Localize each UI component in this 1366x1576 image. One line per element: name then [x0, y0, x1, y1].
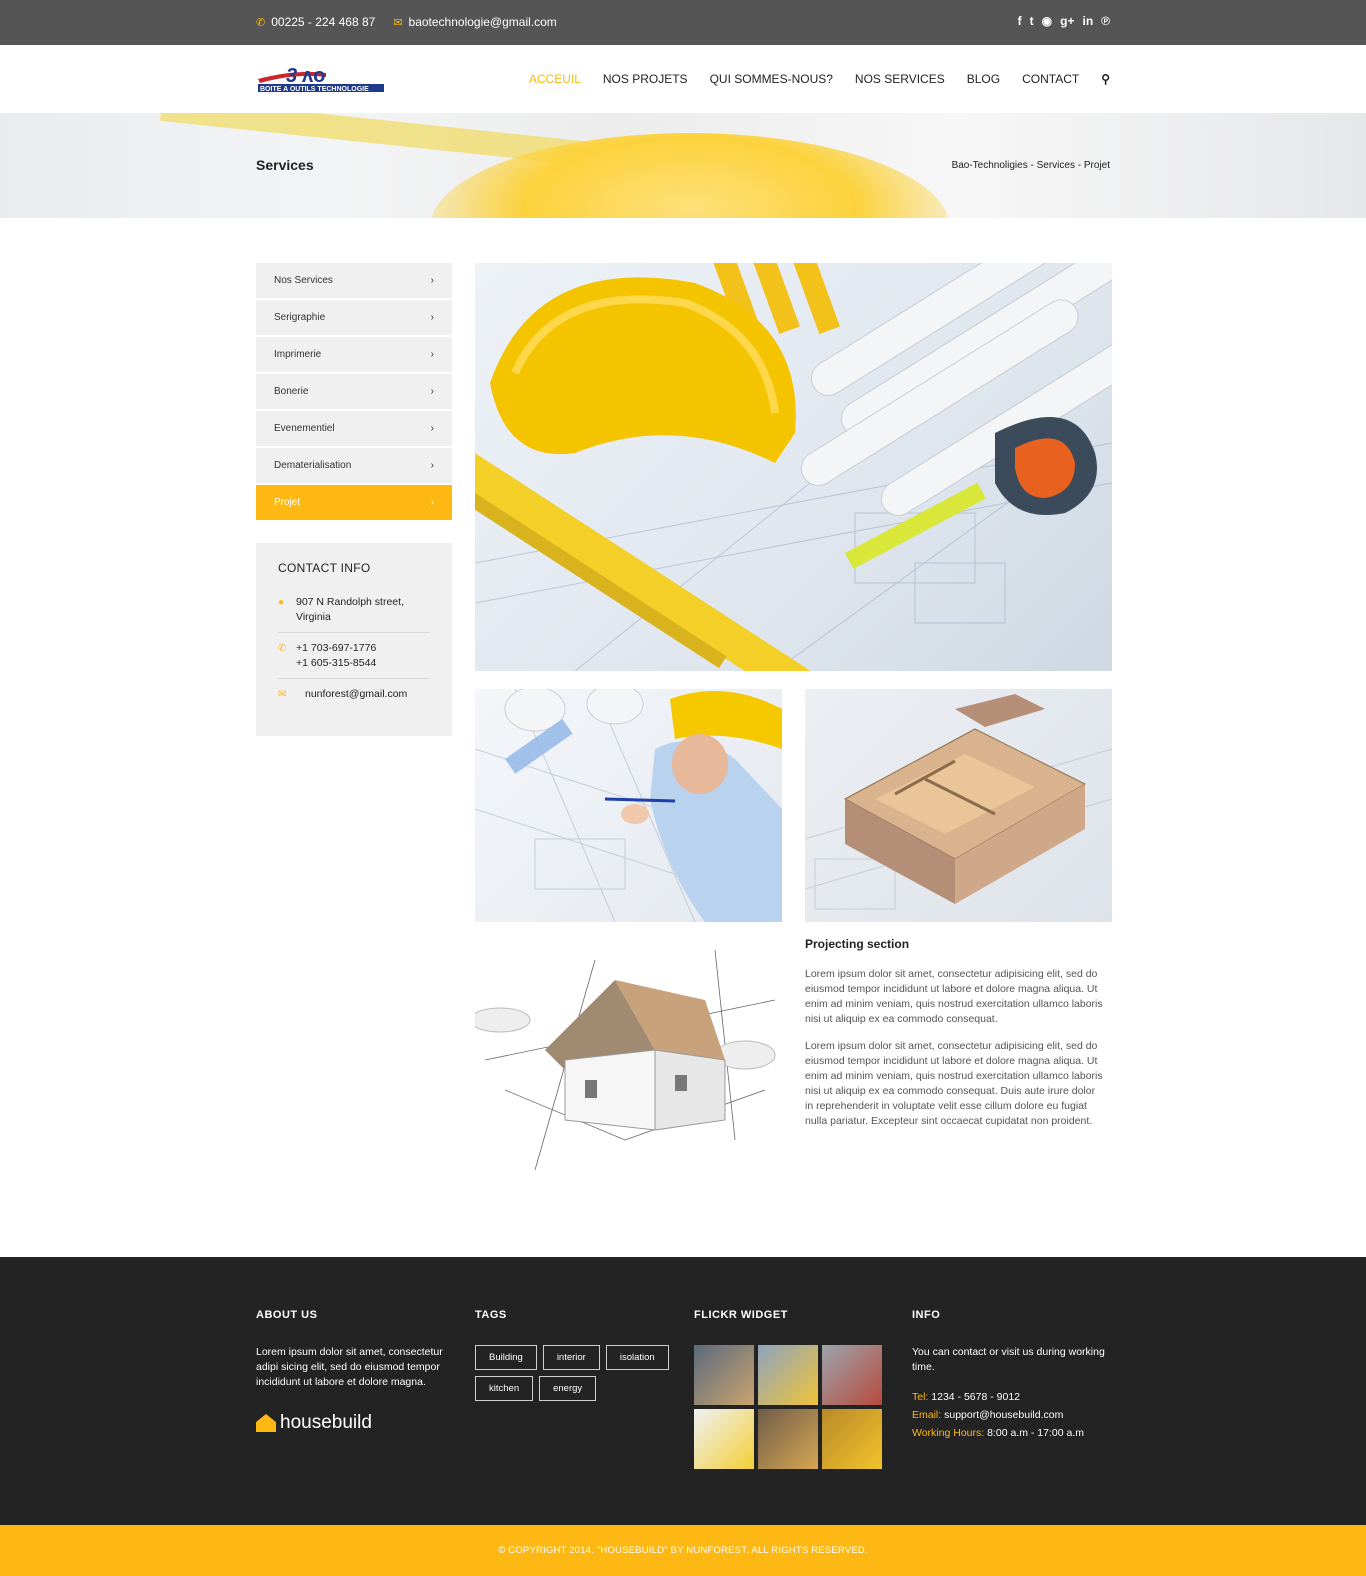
site-logo[interactable]: 3 ʌo BOITE A OUTILS TECHNOLOGIE [256, 65, 386, 93]
twitter-icon[interactable]: t [1030, 14, 1034, 28]
social-links: f t ◉ g+ in ℗ [1018, 14, 1110, 28]
3d-house-plan-image [805, 689, 1112, 922]
flickr-thumb[interactable] [758, 1345, 818, 1405]
nav-item-contact[interactable]: CONTACT [1022, 72, 1079, 86]
chevron-right-icon: › [430, 497, 434, 508]
envelope-icon: ✉ [393, 17, 403, 29]
map-pin-icon: ● [278, 597, 285, 608]
tag-energy[interactable]: energy [539, 1376, 597, 1401]
construction-tools-illustration [475, 263, 1112, 671]
chevron-right-icon: › [430, 386, 434, 397]
chevron-right-icon: › [430, 349, 434, 360]
phone-icon: ✆ [278, 643, 287, 654]
contact-info-box: CONTACT INFO ● 907 N Randolph street, Vir… [256, 543, 452, 736]
footer-info-text: You can contact or visit us during worki… [912, 1346, 1105, 1373]
breadcrumb-item: Projet [1083, 160, 1110, 171]
envelope-icon: ✉ [278, 689, 287, 700]
footer-hours: Working Hours: 8:00 a.m - 17:00 a.m [912, 1427, 1084, 1439]
footer-tags: TAGS Building interior isolation kitchen… [475, 1309, 675, 1401]
linkedin-icon[interactable]: in [1082, 14, 1093, 28]
topbar-phone[interactable]: ✆ 00225 - 224 468 87 [256, 15, 375, 29]
search-icon[interactable]: ⚲ [1101, 72, 1110, 86]
phone-icon: ✆ [256, 17, 266, 29]
contact-info-title: CONTACT INFO [278, 561, 371, 575]
nav-item-blog[interactable]: BLOG [967, 72, 1000, 86]
sidebar-item-dematerialisation[interactable]: Dematerialisation › [256, 448, 452, 483]
sidebar-menu: Nos Services › Serigraphie › Imprimerie › B… [256, 263, 452, 522]
footer-heading: FLICKR WIDGET [694, 1309, 788, 1321]
sidebar-item-bonerie[interactable]: Bonerie › [256, 374, 452, 409]
chevron-right-icon: › [430, 460, 434, 471]
flickr-grid [694, 1345, 894, 1469]
architect-illustration [475, 689, 782, 922]
projecting-section: Projecting section Lorem ipsum dolor sit… [805, 937, 1105, 1141]
flickr-thumb[interactable] [758, 1409, 818, 1469]
contact-email: ✉ nunforest@gmail.com [278, 688, 408, 700]
topbar-contact: ✆ 00225 - 224 468 87 ✉ baotechnologie@gmai… [256, 15, 557, 29]
main-nav: ACCEUIL NOS PROJETS QUI SOMMES-NOUS? NOS… [529, 72, 1110, 86]
tag-list: Building interior isolation kitchen ener… [475, 1345, 675, 1401]
nav-item-acceuil[interactable]: ACCEUIL [529, 72, 581, 86]
section-paragraph: Lorem ipsum dolor sit amet, consectetur … [805, 968, 1103, 1025]
rss-icon[interactable]: ◉ [1042, 14, 1052, 28]
hero-construction-image [475, 263, 1112, 671]
sidebar-item-projet[interactable]: Projet › [256, 485, 452, 520]
breadcrumb-item[interactable]: Services [1037, 160, 1075, 171]
site-header: 3 ʌo BOITE A OUTILS TECHNOLOGIE ACCEUIL … [0, 45, 1366, 113]
footer-heading: INFO [912, 1309, 941, 1321]
house-icon [256, 1414, 276, 1432]
breadcrumb: Bao-Technoligies - Services - Projet [951, 160, 1110, 171]
svg-text:ʌo: ʌo [302, 65, 325, 87]
logo-mark: 3 ʌo BOITE A OUTILS TECHNOLOGIE [258, 65, 384, 93]
footer-about: ABOUT US Lorem ipsum dolor sit amet, con… [256, 1309, 451, 1434]
house-sketch-image [475, 940, 782, 1173]
flickr-thumb[interactable] [694, 1409, 754, 1469]
footer-heading: TAGS [475, 1309, 507, 1321]
contact-address: ● 907 N Randolph street, Virginia [278, 595, 430, 633]
footer-flickr: FLICKR WIDGET [694, 1309, 894, 1469]
pinterest-icon[interactable]: ℗ [1101, 14, 1110, 28]
nav-item-nos-projets[interactable]: NOS PROJETS [603, 72, 688, 86]
footer-tel: Tel: 1234 - 5678 - 9012 [912, 1391, 1021, 1403]
flickr-thumb[interactable] [822, 1409, 882, 1469]
page-banner: Services Bao-Technoligies - Services - P… [0, 113, 1366, 218]
contact-phones: ✆ +1 703-697-1776 +1 605-315-8544 [278, 641, 430, 679]
breadcrumb-item[interactable]: Bao-Technoligies [952, 160, 1028, 171]
sidebar-item-nos-services[interactable]: Nos Services › [256, 263, 452, 298]
facebook-icon[interactable]: f [1018, 14, 1022, 28]
house-sketch-illustration [475, 949, 776, 1171]
sidebar-item-serigraphie[interactable]: Serigraphie › [256, 300, 452, 335]
section-heading: Projecting section [805, 937, 910, 951]
housebuild-logo[interactable]: housebuild [256, 1412, 451, 1434]
tag-interior[interactable]: interior [542, 1345, 600, 1370]
architect-drawing-image [475, 689, 782, 922]
sidebar-item-evenementiel[interactable]: Evenementiel › [256, 411, 452, 446]
site-footer: ABOUT US Lorem ipsum dolor sit amet, con… [0, 1257, 1366, 1526]
flickr-thumb[interactable] [694, 1345, 754, 1405]
chevron-right-icon: › [430, 275, 434, 286]
flickr-thumb[interactable] [822, 1345, 882, 1405]
svg-text:3: 3 [286, 65, 297, 87]
footer-email: Email: support@housebuild.com [912, 1409, 1064, 1421]
page-title: Services [256, 157, 314, 173]
section-paragraph: Lorem ipsum dolor sit amet, consectetur … [805, 1040, 1103, 1127]
copyright-bar: © COPYRIGHT 2014. "HOUSEBUILD" BY NUNFOR… [0, 1525, 1366, 1576]
svg-text:BOITE A OUTILS TECHNOLOGIE: BOITE A OUTILS TECHNOLOGIE [260, 86, 369, 93]
tag-isolation[interactable]: isolation [605, 1345, 669, 1370]
tag-kitchen[interactable]: kitchen [475, 1376, 534, 1401]
google-plus-icon[interactable]: g+ [1060, 14, 1074, 28]
chevron-right-icon: › [430, 312, 434, 323]
nav-item-qui-sommes-nous[interactable]: QUI SOMMES-NOUS? [710, 72, 833, 86]
sidebar-item-imprimerie[interactable]: Imprimerie › [256, 337, 452, 372]
footer-about-text: Lorem ipsum dolor sit amet, consectetur … [256, 1346, 443, 1388]
chevron-right-icon: › [430, 423, 434, 434]
tag-building[interactable]: Building [475, 1345, 537, 1370]
nav-item-nos-services[interactable]: NOS SERVICES [855, 72, 945, 86]
top-bar: ✆ 00225 - 224 468 87 ✉ baotechnologie@gmai… [0, 0, 1366, 45]
footer-info: INFO You can contact or visit us during … [912, 1309, 1112, 1441]
footer-heading: ABOUT US [256, 1309, 318, 1321]
house-plan-illustration [805, 694, 1112, 910]
topbar-email[interactable]: ✉ baotechnologie@gmail.com [393, 15, 556, 29]
